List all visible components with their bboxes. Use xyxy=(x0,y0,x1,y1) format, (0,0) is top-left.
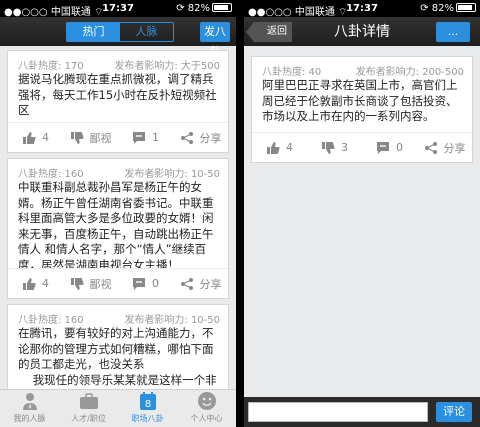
heat-label: 八卦热度: 170 xyxy=(18,61,84,72)
dislike-button[interactable]: 3 xyxy=(307,133,362,162)
like-button[interactable]: 4 xyxy=(8,269,63,298)
segment-hot[interactable]: 热门 xyxy=(67,23,120,41)
comment-button[interactable]: 0 xyxy=(118,269,173,298)
thumbs-down-icon xyxy=(70,131,84,144)
thumbs-up-icon xyxy=(267,141,280,154)
like-count: 4 xyxy=(42,277,49,290)
comment-count: 1 xyxy=(152,131,159,144)
calendar-icon: 8 xyxy=(139,392,156,410)
share-button[interactable]: 分享 xyxy=(173,123,228,152)
segment-network[interactable]: 人脉 xyxy=(120,23,173,41)
share-label: 分享 xyxy=(199,131,222,145)
share-icon xyxy=(180,277,193,290)
detail-content: 八卦热度: 40 发布者影响力: 200-500 阿里巴巴正寻求在英国上市，高官… xyxy=(244,46,480,427)
comment-bar: 评论 xyxy=(244,397,480,427)
card-actions: 4 鄙视 0 分享 xyxy=(8,268,228,298)
gossip-text: 阿里巴巴正寻求在英国上市，高官们上周已经于伦敦副市长商谈了包括投资、市场以及上市… xyxy=(262,78,458,123)
gossip-card[interactable]: 八卦热度: 170 发布者影响力: 大于500 据说马化腾现在重点抓微视，调了精… xyxy=(7,50,229,153)
person-icon xyxy=(22,393,37,410)
card-actions: 4 3 0 分享 xyxy=(252,132,472,162)
influence-label: 发布者影响力: 大于500 xyxy=(114,61,220,72)
comment-input[interactable] xyxy=(248,402,428,422)
thumbs-up-icon xyxy=(23,131,36,144)
rotation-lock-icon: ⟳ xyxy=(420,3,429,14)
tab-workplace-gossip[interactable]: 8 职场八卦 xyxy=(118,390,177,427)
heat-label: 八卦热度: 160 xyxy=(18,169,84,180)
tab-talent-jobs[interactable]: 人才/职位 xyxy=(59,390,118,427)
briefcase-icon xyxy=(79,393,98,409)
share-button[interactable]: 分享 xyxy=(417,133,472,162)
gossip-detail-screen: ●●○○○ 中国联通 ⌔ 17:37 ⟳ 82% 返回 八卦详情 ... 八卦热… xyxy=(244,0,480,427)
influence-label: 发布者影响力: 200-500 xyxy=(355,67,464,78)
influence-label: 发布者影响力: 10-50 xyxy=(124,315,220,326)
dislike-label: 鄙视 xyxy=(89,131,112,145)
submit-comment-button[interactable]: 评论 xyxy=(436,402,472,422)
comment-icon xyxy=(377,141,389,154)
comment-count: 0 xyxy=(396,141,403,154)
like-count: 4 xyxy=(42,131,49,144)
comment-icon xyxy=(133,131,145,144)
like-button[interactable]: 4 xyxy=(252,133,307,162)
like-button[interactable]: 4 xyxy=(8,123,63,152)
feed-screen: ●●○○○ 中国联通 ⌔ 17:37 ⟳ 82% 热门 人脉 发八卦 八卦热度:… xyxy=(0,0,236,427)
status-bar: ●●○○○ 中国联通 ⌔ 17:37 ⟳ 82% xyxy=(244,0,480,18)
tab-profile[interactable]: 个人中心 xyxy=(177,390,236,427)
more-button[interactable]: ... xyxy=(436,22,470,42)
thumbs-up-icon xyxy=(23,277,36,290)
thumbs-down-icon xyxy=(70,277,84,290)
battery-percent: 82% xyxy=(187,3,210,14)
heat-label: 八卦热度: 40 xyxy=(262,67,322,78)
comment-count: 0 xyxy=(152,277,159,290)
gossip-text: 据说马化腾现在重点抓微视，调了精兵强将，每天工作15小时在反扑短视频社区 xyxy=(18,72,217,117)
heat-label: 八卦热度: 160 xyxy=(18,315,84,326)
share-icon xyxy=(180,131,193,144)
share-icon xyxy=(424,141,437,154)
status-bar: ●●○○○ 中国联通 ⌔ 17:37 ⟳ 82% xyxy=(0,0,236,18)
gossip-feed[interactable]: 八卦热度: 170 发布者影响力: 大于500 据说马化腾现在重点抓微视，调了精… xyxy=(0,46,236,427)
comment-button[interactable]: 0 xyxy=(362,133,417,162)
comment-icon xyxy=(133,277,145,290)
share-label: 分享 xyxy=(443,141,466,155)
dislike-count: 3 xyxy=(341,141,348,154)
smiley-icon xyxy=(197,392,216,410)
gossip-text: 中联重科副总裁孙昌军是杨正午的女婿。杨正午曾任湖南省委书记。中联重科里面高管大多… xyxy=(18,180,214,269)
gossip-detail-card: 八卦热度: 40 发布者影响力: 200-500 阿里巴巴正寻求在英国上市，高官… xyxy=(251,56,473,163)
tab-bar: 我的人脉 人才/职位 8 职场八卦 个人中心 xyxy=(0,389,236,427)
dislike-button[interactable]: 鄙视 xyxy=(63,123,118,152)
gossip-card[interactable]: 八卦热度: 160 发布者影响力: 10-50 中联重科副总裁孙昌军是杨正午的女… xyxy=(7,158,229,299)
feed-segmented-control: 热门 人脉 xyxy=(66,22,174,42)
thumbs-down-icon xyxy=(322,141,335,154)
dislike-label: 鄙视 xyxy=(89,277,112,291)
battery-percent: 82% xyxy=(431,3,454,14)
nav-bar: 热门 人脉 发八卦 xyxy=(0,17,236,58)
battery-icon xyxy=(212,3,232,12)
post-gossip-button[interactable]: 发八卦 xyxy=(200,22,230,58)
nav-bar: 返回 八卦详情 ... xyxy=(244,17,480,46)
influence-label: 发布者影响力: 10-50 xyxy=(124,169,220,180)
like-count: 4 xyxy=(286,141,293,154)
share-button[interactable]: 分享 xyxy=(173,269,228,298)
dislike-button[interactable]: 鄙视 xyxy=(63,269,118,298)
tab-my-network[interactable]: 我的人脉 xyxy=(0,390,59,427)
share-label: 分享 xyxy=(199,277,222,291)
comment-button[interactable]: 1 xyxy=(118,123,173,152)
card-actions: 4 鄙视 1 分享 xyxy=(8,122,228,152)
battery-icon xyxy=(456,3,476,12)
calendar-day: 8 xyxy=(144,399,150,410)
rotation-lock-icon: ⟳ xyxy=(176,3,185,14)
